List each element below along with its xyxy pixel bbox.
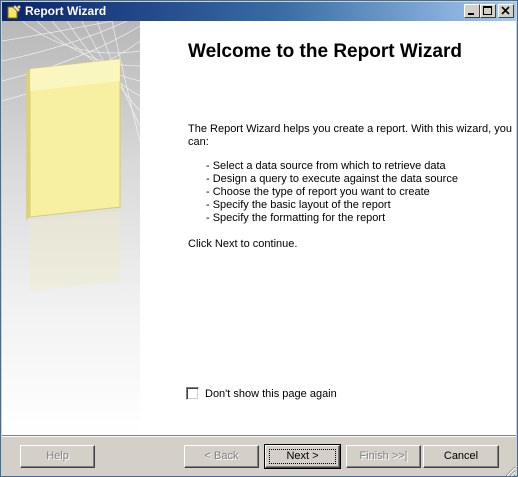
finish-button[interactable]: Finish >>| <box>346 445 421 468</box>
intro-text: The Report Wizard helps you create a rep… <box>188 123 513 148</box>
list-item: - Select a data source from which to ret… <box>206 160 446 172</box>
minimize-icon <box>468 13 474 15</box>
wizard-banner-graphic <box>2 21 140 291</box>
title-bar[interactable]: Report Wizard <box>2 2 516 21</box>
close-button[interactable] <box>498 4 514 18</box>
report-wizard-app-icon <box>6 4 22 19</box>
maximize-icon <box>483 6 492 15</box>
maximize-button[interactable] <box>480 4 496 18</box>
list-item: - Specify the basic layout of the report <box>206 199 391 211</box>
wizard-content: Welcome to the Report Wizard The Report … <box>2 21 516 435</box>
wizard-side-banner <box>2 21 140 435</box>
resize-grip-icon[interactable] <box>504 465 516 477</box>
window-title: Report Wizard <box>25 4 107 18</box>
list-item: - Design a query to execute against the … <box>206 173 458 185</box>
continue-text: Click Next to continue. <box>188 238 298 250</box>
report-wizard-window: Report Wizard Welcome to the Report Wiza… <box>0 0 518 477</box>
feature-list: - Select a data source from which to ret… <box>206 160 458 225</box>
dont-show-label[interactable]: Don't show this page again <box>205 388 337 401</box>
close-icon <box>501 6 510 15</box>
footer-divider-highlight <box>2 436 516 437</box>
list-item: - Choose the type of report you want to … <box>206 186 430 198</box>
dont-show-checkbox[interactable] <box>186 387 199 400</box>
help-button[interactable]: Help <box>20 445 95 468</box>
list-item: - Specify the formatting for the report <box>206 212 386 224</box>
focus-rectangle <box>269 449 336 464</box>
minimize-button[interactable] <box>464 4 480 18</box>
page-title: Welcome to the Report Wizard <box>188 41 462 62</box>
cancel-button[interactable]: Cancel <box>423 445 499 468</box>
back-button[interactable]: < Back <box>184 445 259 468</box>
next-button[interactable]: Next > <box>264 444 341 469</box>
